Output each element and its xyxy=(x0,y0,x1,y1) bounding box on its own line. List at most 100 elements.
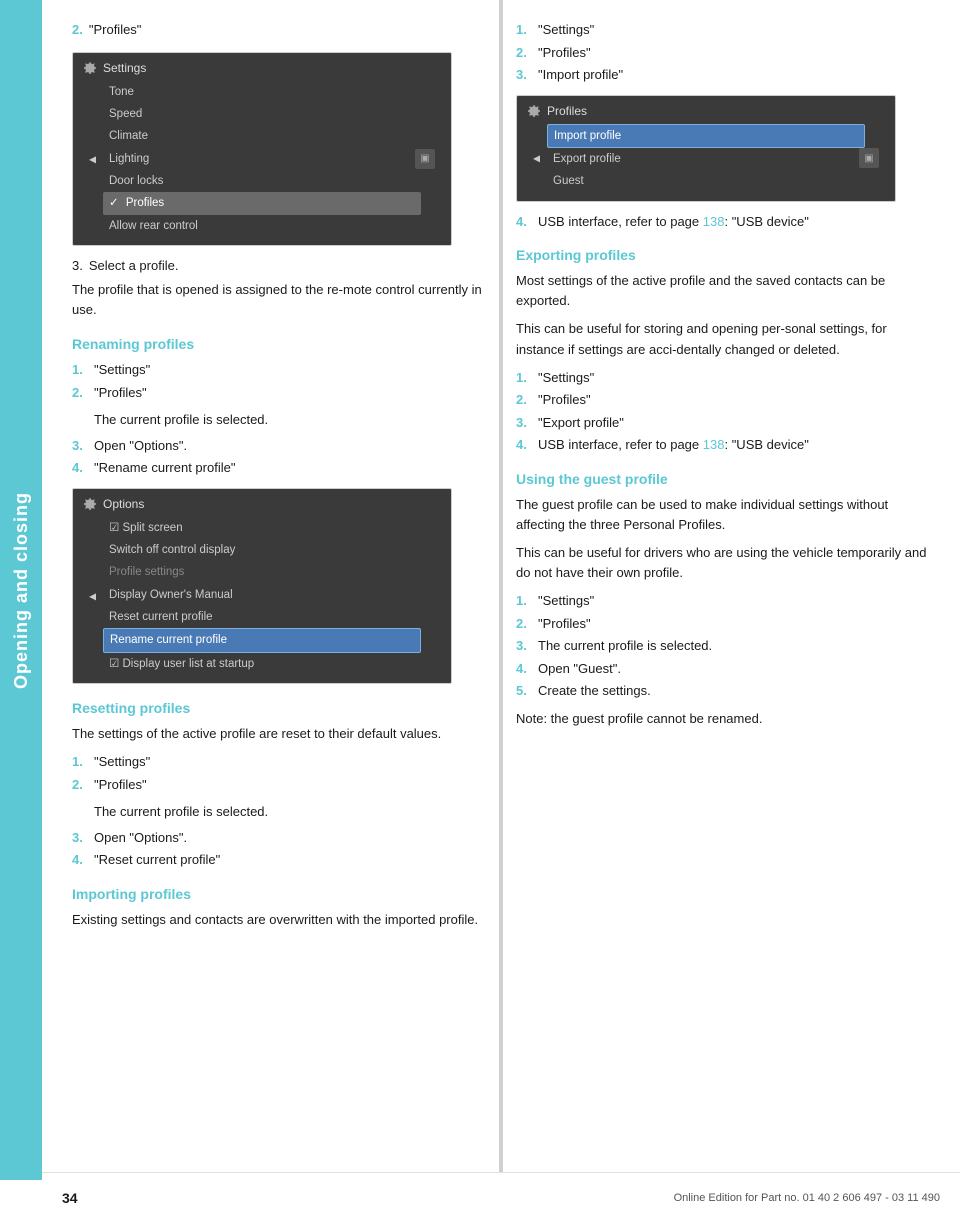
list-item: 4. "Reset current profile" xyxy=(72,850,486,870)
nav-arrow-left: ◂ xyxy=(89,587,96,604)
indent-text: The current profile is selected. xyxy=(94,410,486,430)
step-3-line: 3. Select a profile. xyxy=(72,256,486,276)
nav-arrow-left: ◂ xyxy=(533,150,540,167)
step-text: The current profile is selected. xyxy=(538,636,930,656)
guest-heading: Using the guest profile xyxy=(516,471,930,487)
step-text: USB interface, refer to page 138: "USB d… xyxy=(538,212,930,232)
step-num: 1. xyxy=(516,591,532,611)
list-item: 1. "Settings" xyxy=(72,360,486,380)
step-num: 2. xyxy=(516,614,532,634)
step-text: Open "Guest". xyxy=(538,659,930,679)
right-column: 1. "Settings" 2. "Profiles" 3. "Import p… xyxy=(516,20,930,938)
menu-item: Allow rear control xyxy=(103,215,421,237)
side-tab-label: Opening and closing xyxy=(11,491,32,688)
list-item: 1. "Settings" xyxy=(516,20,930,40)
import-steps-right: 1. "Settings" 2. "Profiles" 3. "Import p… xyxy=(516,20,930,85)
list-item: 1. "Settings" xyxy=(516,368,930,388)
step-text: "Profiles" xyxy=(89,20,486,40)
settings-menu-list: Tone Speed Climate Lighting Door locks ✓… xyxy=(103,81,421,238)
step-num: 1. xyxy=(516,368,532,388)
step-text: Open "Options". xyxy=(94,828,486,848)
options-menu-list: ☑ Split screen Switch off control displa… xyxy=(103,517,421,676)
settings-screen: Settings ◂ Tone Speed Climate Lighting D… xyxy=(72,52,452,247)
menu-item: Reset current profile xyxy=(103,606,421,628)
renaming-heading: Renaming profiles xyxy=(72,336,486,352)
list-item: 1. "Settings" xyxy=(516,591,930,611)
resetting-body: The settings of the active profile are r… xyxy=(72,724,486,744)
step-text: "Import profile" xyxy=(538,65,930,85)
menu-item: Export profile xyxy=(547,148,865,170)
step-num: 3. xyxy=(72,256,83,276)
list-item: 2. "Profiles" xyxy=(516,614,930,634)
step-text: "Profiles" xyxy=(538,390,930,410)
step-text: "Settings" xyxy=(94,360,486,380)
exporting-body1: Most settings of the active profile and … xyxy=(516,271,930,311)
step-num: 4. xyxy=(516,659,532,679)
menu-item: Display Owner's Manual xyxy=(103,584,421,606)
step-num: 1. xyxy=(72,360,88,380)
step-num: 4. xyxy=(72,458,88,478)
guest-body2: This can be useful for drivers who are u… xyxy=(516,543,930,583)
menu-item: Guest xyxy=(547,170,865,192)
step-num: 3. xyxy=(516,413,532,433)
step-text: "Reset current profile" xyxy=(94,850,486,870)
step-num: 2. xyxy=(72,775,88,795)
step-num: 4. xyxy=(516,212,532,232)
list-item: 3. "Export profile" xyxy=(516,413,930,433)
list-item: 2. "Profiles" xyxy=(72,383,486,403)
gear-icon xyxy=(83,497,97,511)
step-num: 3. xyxy=(72,828,88,848)
step-text: "Profiles" xyxy=(538,43,930,63)
importing-body: Existing settings and contacts are overw… xyxy=(72,910,486,930)
menu-item: Speed xyxy=(103,103,421,125)
body-text-1: The profile that is opened is assigned t… xyxy=(72,280,486,320)
exporting-heading: Exporting profiles xyxy=(516,247,930,263)
list-item: 5. Create the settings. xyxy=(516,681,930,701)
screen2-title: Options xyxy=(103,497,144,511)
step-num: 2. xyxy=(72,383,88,403)
list-item: 4. "Rename current profile" xyxy=(72,458,486,478)
step-text: "Settings" xyxy=(94,752,486,772)
indent-text-resetting: The current profile is selected. xyxy=(94,802,486,822)
step-text: "Profiles" xyxy=(538,614,930,634)
left-column: 2. "Profiles" Settings ◂ Tone Speed xyxy=(72,20,486,938)
list-item: 4. Open "Guest". xyxy=(516,659,930,679)
screen-right-button: ▣ xyxy=(859,148,879,168)
import-step4: 4. USB interface, refer to page 138: "US… xyxy=(516,212,930,232)
page-link[interactable]: 138 xyxy=(703,214,725,229)
step-num: 4. xyxy=(516,435,532,455)
menu-item: Door locks xyxy=(103,170,421,192)
step-num: 2. xyxy=(516,43,532,63)
page-link[interactable]: 138 xyxy=(703,437,725,452)
step-num: 2. xyxy=(516,390,532,410)
list-item: 3. Open "Options". xyxy=(72,828,486,848)
resetting-steps-cont: 3. Open "Options". 4. "Reset current pro… xyxy=(72,828,486,870)
step-text: "Profiles" xyxy=(94,383,486,403)
renaming-steps-cont: 3. Open "Options". 4. "Rename current pr… xyxy=(72,436,486,478)
renaming-steps: 1. "Settings" 2. "Profiles" xyxy=(72,360,486,402)
menu-item: Tone xyxy=(103,81,421,103)
guest-body1: The guest profile can be used to make in… xyxy=(516,495,930,535)
menu-item: Profile settings xyxy=(103,561,421,583)
menu-item: ☑ Split screen xyxy=(103,517,421,539)
step-num: 3. xyxy=(516,636,532,656)
footer: 34 Online Edition for Part no. 01 40 2 6… xyxy=(42,1172,960,1222)
menu-item: Climate xyxy=(103,125,421,147)
step-num: 3. xyxy=(72,436,88,456)
menu-item: Switch off control display xyxy=(103,539,421,561)
exporting-body2: This can be useful for storing and openi… xyxy=(516,319,930,359)
list-item: 2. "Profiles" xyxy=(72,775,486,795)
menu-item: Lighting xyxy=(103,148,421,170)
screen-right-button: ▣ xyxy=(415,149,435,169)
page-number: 34 xyxy=(62,1190,78,1206)
resetting-heading: Resetting profiles xyxy=(72,700,486,716)
profiles-menu-list: Import profile Export profile Guest xyxy=(547,124,865,193)
list-item: 4. USB interface, refer to page 138: "US… xyxy=(516,435,930,455)
gear-icon xyxy=(83,61,97,75)
step-text: Open "Options". xyxy=(94,436,486,456)
options-screen: Options ◂ ☑ Split screen Switch off cont… xyxy=(72,488,452,685)
menu-item-rename-selected: Rename current profile xyxy=(103,628,421,652)
step-num: 3. xyxy=(516,65,532,85)
center-divider xyxy=(499,0,503,1172)
screen3-title: Profiles xyxy=(547,104,587,118)
